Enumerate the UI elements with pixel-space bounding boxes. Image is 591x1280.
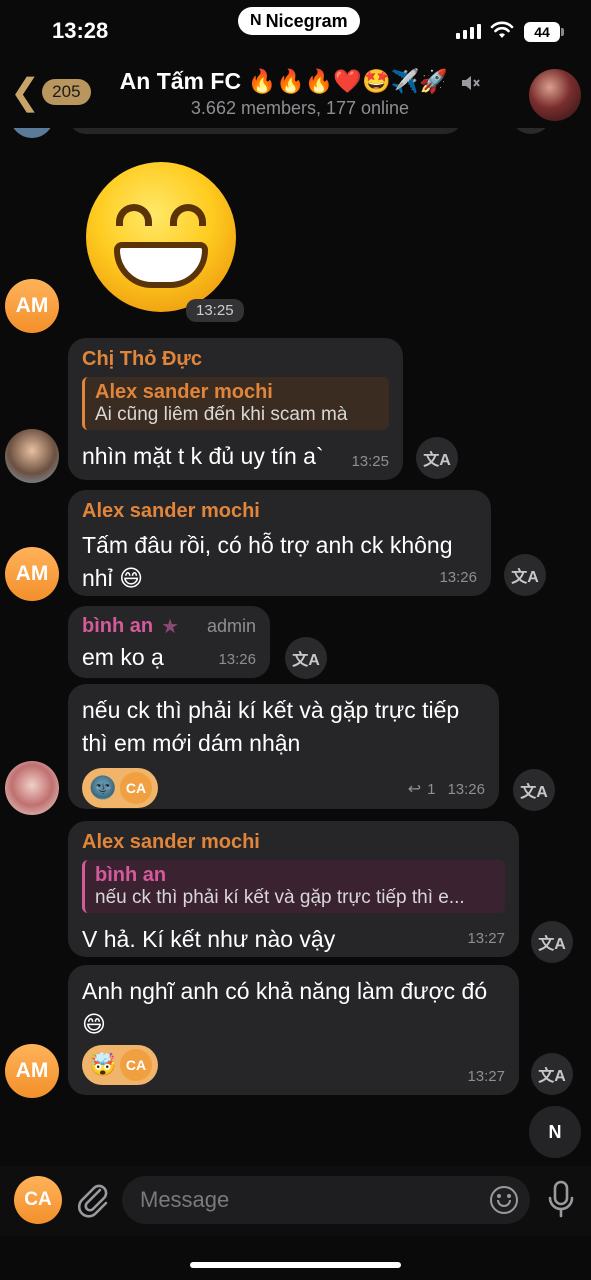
reply-sender: Alex sander mochi [95, 381, 273, 403]
chat-header: ❮ 205 An Tấm FC 🔥🔥🔥❤️🤩✈️🚀 3.662 members,… [0, 60, 591, 128]
reactions-bar[interactable]: 🌚 CA [82, 768, 158, 808]
translate-button[interactable]: 文A [531, 921, 573, 963]
attach-paperclip-icon[interactable] [76, 1180, 110, 1220]
sender-name[interactable]: Alex sander mochi [82, 831, 505, 854]
reply-preview[interactable]: bình an nếu ck thì phải kí kết và gặp tr… [82, 860, 505, 913]
nicegram-label: Nicegram [265, 10, 348, 31]
nicegram-assistant-button[interactable]: N [529, 1106, 581, 1158]
microphone-icon[interactable] [548, 1180, 574, 1220]
avatar[interactable]: AM [5, 547, 59, 601]
grinning-face-sticker [86, 162, 236, 312]
chat-title-text: An Tấm FC 🔥🔥🔥❤️🤩✈️🚀 [119, 68, 448, 94]
reply-text: Ai cũng liêm đến khi scam mà [95, 404, 348, 425]
translate-button[interactable]: 文A [504, 554, 546, 596]
reply-text: nếu ck thì phải kí kết và gặp trực tiếp … [95, 887, 465, 908]
message-text: nếu ck thì phải kí kết và gặp trực tiếp … [82, 697, 460, 756]
group-avatar[interactable] [529, 69, 581, 121]
message-list[interactable]: 13:25 AM Chị Thỏ Đực Alex sander mochi A… [0, 128, 591, 1166]
message-text: Anh nghĩ anh có khả năng làm được đó 😄 [82, 978, 488, 1037]
message-input-bar: CA [0, 1166, 591, 1236]
translate-icon: 文A [511, 569, 539, 586]
partial-avatar [10, 128, 54, 138]
message-text: Tấm đâu rồi, có hỗ trợ anh ck không nhỉ … [82, 532, 453, 591]
translate-button[interactable]: 文A [285, 637, 327, 679]
nicegram-pill[interactable]: N Nicegram [238, 7, 360, 35]
star-icon: ★ [161, 616, 180, 638]
message-time: 13:26 [439, 569, 477, 586]
reply-count: 1 [427, 780, 436, 798]
message-text: nhìn mặt t k đủ uy tín a` [82, 443, 324, 469]
reaction-user-avatar: CA [120, 1049, 152, 1081]
reaction-emoji[interactable]: 🤯 [88, 1050, 118, 1080]
sender-name[interactable]: bình an [82, 615, 153, 638]
message-bubble[interactable]: nếu ck thì phải kí kết và gặp trực tiếp … [68, 684, 499, 809]
reply-arrow-icon: ↩ [407, 781, 422, 798]
message-bubble[interactable]: Alex sander mochi bình an nếu ck thì phả… [68, 821, 519, 957]
avatar[interactable] [5, 429, 59, 483]
translate-icon: 文A [292, 652, 320, 669]
avatar[interactable]: AM [5, 1044, 59, 1098]
smile-icon [497, 1194, 501, 1198]
reaction-user-avatar: CA [120, 772, 152, 804]
chat-title[interactable]: An Tấm FC 🔥🔥🔥❤️🤩✈️🚀 [110, 68, 490, 95]
translate-icon: 文A [423, 452, 451, 469]
translate-icon: 文A [538, 936, 566, 953]
message-meta[interactable]: ↩ 1 13:26 [408, 779, 485, 799]
message-input[interactable] [122, 1176, 530, 1224]
reaction-emoji[interactable]: 🌚 [88, 773, 118, 803]
unread-count-badge: 205 [42, 79, 91, 105]
message-bubble[interactable]: Chị Thỏ Đực Alex sander mochi Ai cũng li… [68, 338, 403, 480]
message-time: 13:27 [467, 1068, 505, 1085]
message-time: 13:25 [351, 453, 389, 470]
chat-subtitle: 3.662 members, 177 online [190, 98, 410, 118]
translate-icon: 文A [520, 784, 548, 801]
wifi-icon [490, 21, 514, 38]
battery-indicator: 44 [524, 22, 564, 42]
sender-name[interactable]: Alex sander mochi [82, 500, 477, 523]
status-bar: 13:28 N Nicegram 44 [0, 0, 591, 60]
nicegram-logo-icon: N [250, 12, 262, 29]
partial-translate-button [510, 128, 552, 134]
nicegram-logo-icon: N [548, 1121, 562, 1142]
message-time: 13:25 [186, 299, 244, 322]
avatar[interactable]: AM [5, 279, 59, 333]
message-bubble[interactable]: Alex sander mochi Tấm đâu rồi, có hỗ trợ… [68, 490, 491, 596]
message-text: V hả. Kí kết như nào vậy [82, 926, 336, 952]
send-as-avatar[interactable]: CA [14, 1176, 62, 1224]
avatar[interactable] [5, 761, 59, 815]
reply-preview[interactable]: Alex sander mochi Ai cũng liêm đến khi s… [82, 377, 389, 430]
sender-name[interactable]: Chị Thỏ Đực [82, 348, 389, 371]
back-button[interactable]: ❮ 205 [10, 74, 91, 110]
message-bubble[interactable]: Anh nghĩ anh có khả năng làm được đó 😄 🤯… [68, 965, 519, 1095]
reactions-bar[interactable]: 🤯 CA [82, 1045, 158, 1085]
admin-badge: admin [206, 616, 256, 636]
translate-icon: 文A [538, 1068, 566, 1085]
emoji-sticker-button[interactable] [490, 1186, 518, 1214]
partial-bubble [68, 128, 463, 134]
status-time: 13:28 [52, 18, 109, 43]
message-time: 13:26 [447, 780, 485, 798]
translate-button[interactable]: 文A [531, 1053, 573, 1095]
message-bubble[interactable]: bình an ★ admin em ko ạ 13:26 [68, 606, 270, 678]
cellular-signal-icon [456, 24, 481, 39]
home-indicator[interactable] [190, 1262, 401, 1268]
message-time: 13:27 [467, 930, 505, 947]
translate-button[interactable]: 文A [513, 769, 555, 811]
muted-speaker-icon [462, 75, 481, 90]
chevron-left-icon: ❮ [10, 71, 41, 112]
translate-button[interactable]: 文A [416, 437, 458, 479]
message-time: 13:26 [218, 651, 256, 668]
reply-sender: bình an [95, 864, 167, 886]
